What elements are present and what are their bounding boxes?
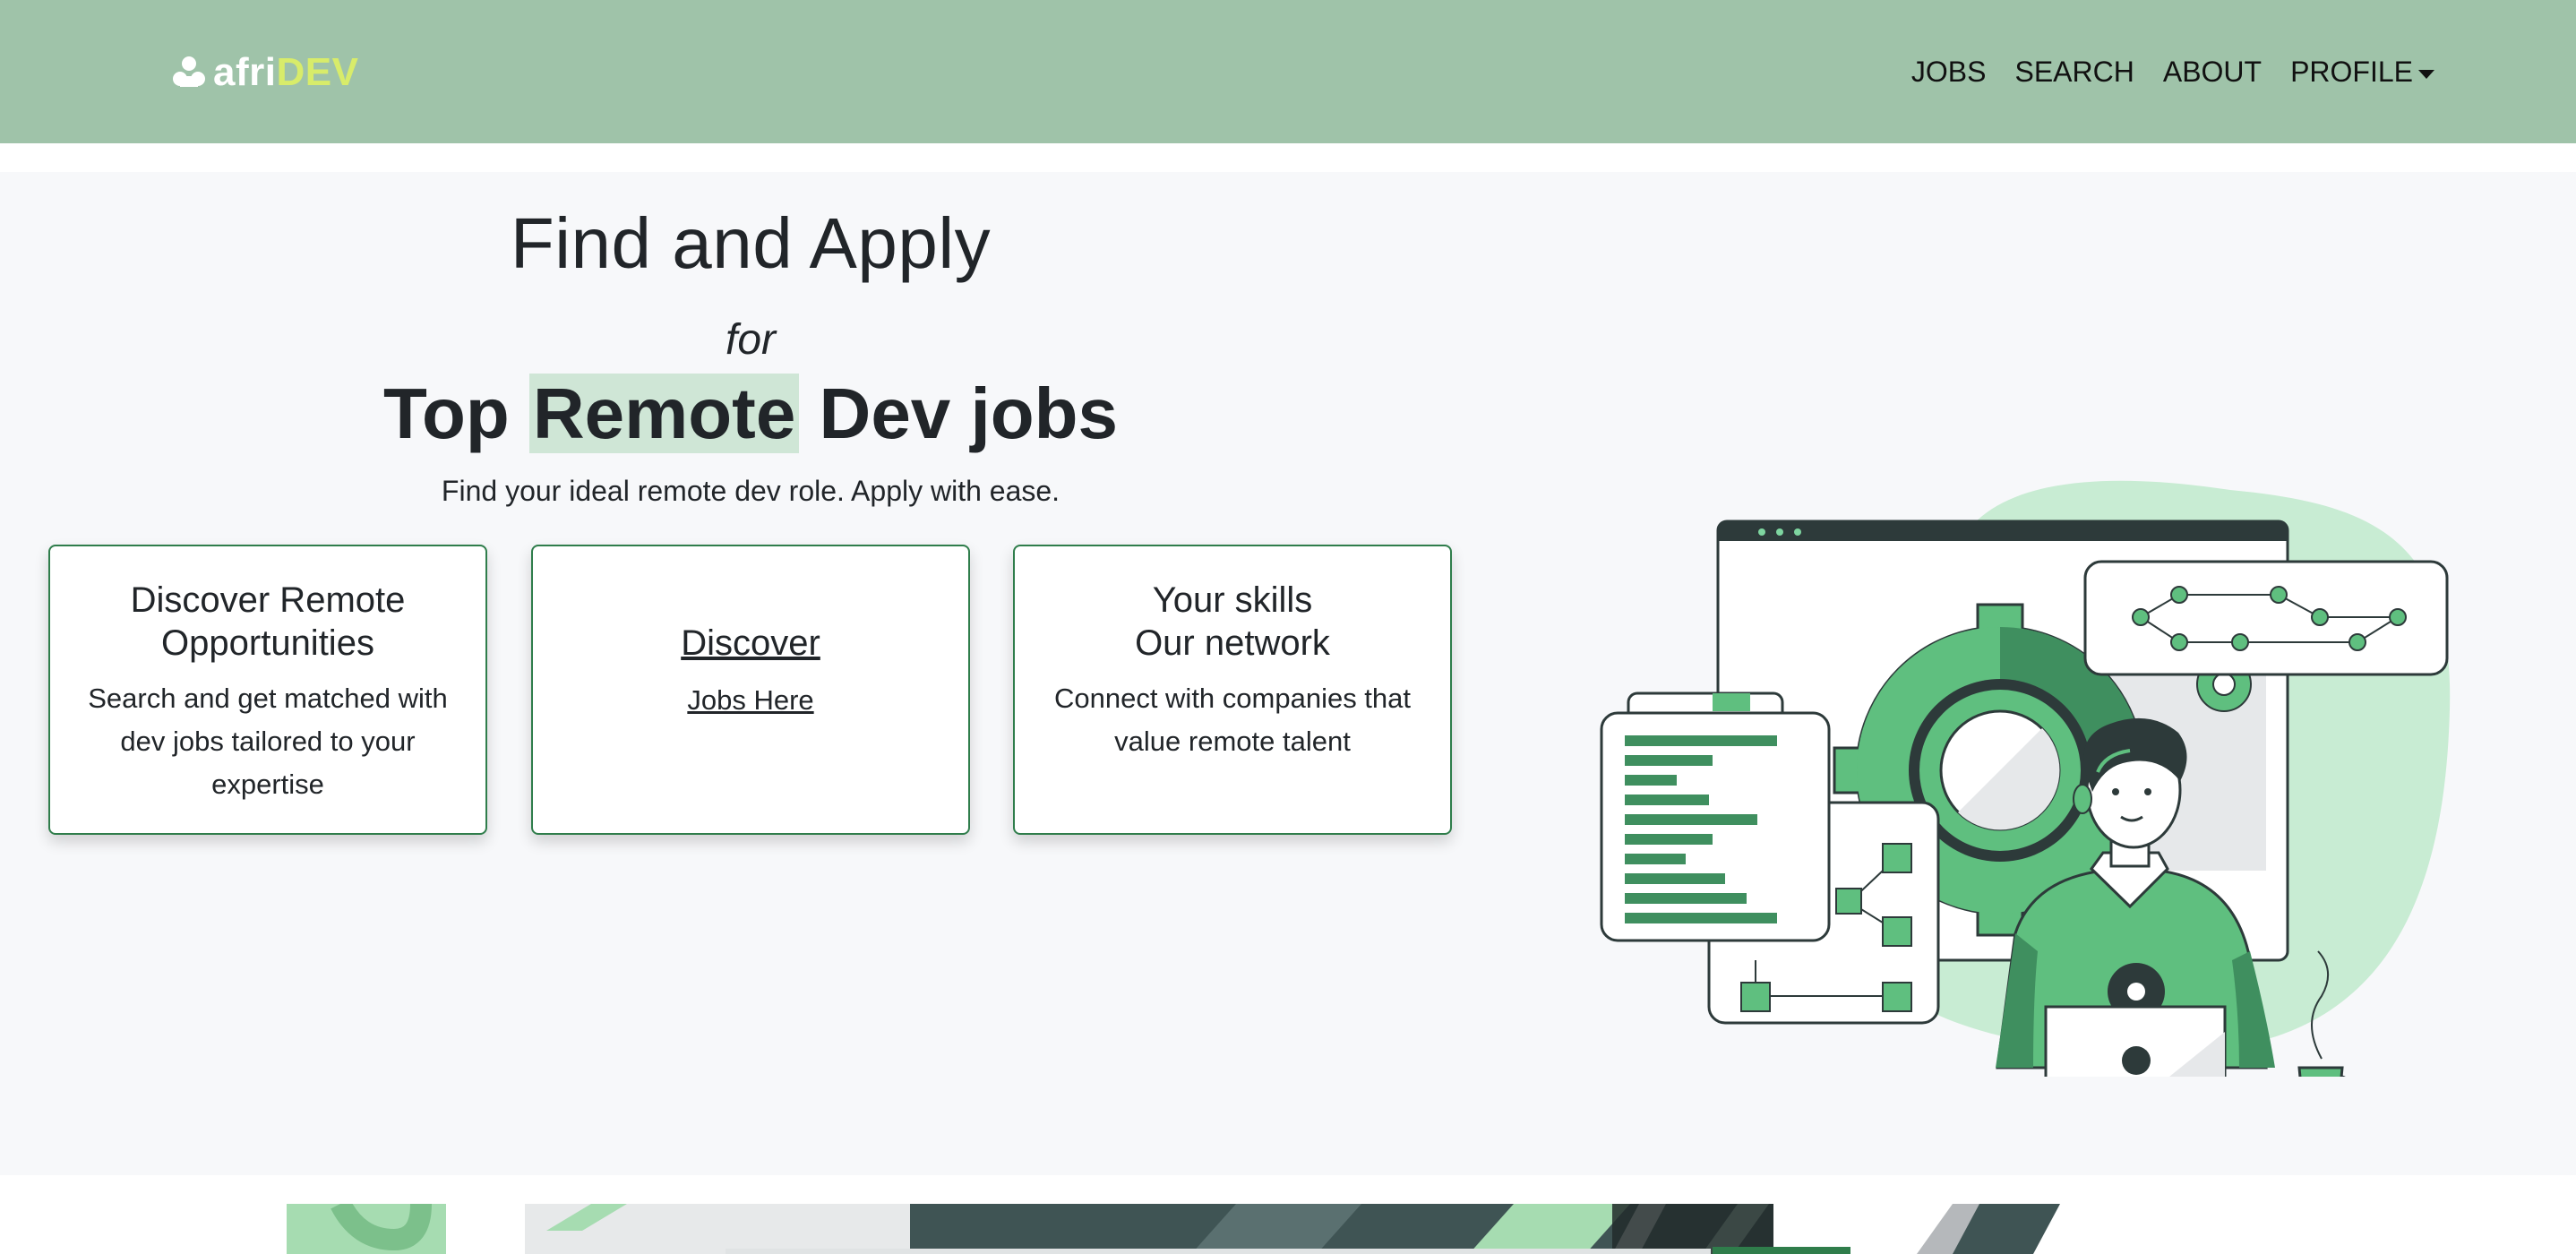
nav-item-profile-dropdown[interactable]: PROFILE <box>2290 52 2434 91</box>
hero-subtitle-post: Dev jobs <box>799 374 1118 453</box>
feature-card-network: Your skills Our network Connect with comp… <box>1013 545 1452 835</box>
feature-card-discover-remote: Discover Remote Opportunities Search and … <box>48 545 487 835</box>
nav-item-profile-label: PROFILE <box>2290 56 2413 88</box>
nav-item-search[interactable]: SEARCH <box>2014 52 2134 91</box>
jobs-here-link[interactable]: Jobs Here <box>533 679 968 722</box>
nav-item-jobs[interactable]: JOBS <box>1911 52 1987 91</box>
hero-title: Find and Apply <box>510 203 992 283</box>
brand-name-accent: DEV <box>276 50 359 94</box>
laptop-icon <box>2044 1005 2227 1077</box>
card-title-line1: Discover Remote <box>130 580 406 620</box>
card-title: Discover Remote Opportunities <box>50 579 485 665</box>
card-text: Search and get matched with dev jobs tai… <box>88 683 448 800</box>
navbar: afri DEV JOBS SEARCH ABOUT PROFILE <box>0 0 2576 143</box>
caret-down-icon <box>2418 69 2434 79</box>
main-nav: JOBS SEARCH ABOUT PROFILE <box>1911 52 2434 91</box>
card-text: Connect with companies that value remote… <box>1053 683 1412 757</box>
hero-for-word: for <box>725 316 776 364</box>
hero-subtitle-pre: Top <box>383 374 529 453</box>
card-title-line1: Your skills <box>1152 580 1313 620</box>
developer-illustration <box>1600 480 2451 1077</box>
hero-tagline: Find your ideal remote dev role. Apply w… <box>441 475 1060 507</box>
brand-logo[interactable]: afri DEV <box>172 50 358 95</box>
document-icon <box>1600 691 1831 942</box>
header-divider <box>0 143 2576 172</box>
hero-subtitle: Top Remote Dev jobs <box>0 373 1501 455</box>
network-diagram-icon <box>2083 560 2449 676</box>
brand-name-prefix: afri <box>213 50 277 94</box>
card-title: Your skills Our network <box>1015 579 1450 665</box>
next-section-preview <box>0 1175 2576 1254</box>
feature-card-discover-jobs[interactable]: Discover Jobs Here <box>531 545 970 835</box>
people-logo-icon <box>173 56 205 87</box>
hero-section: Find and Apply for Top Remote Dev jobs F… <box>0 172 2576 1175</box>
nav-item-about[interactable]: ABOUT <box>2163 52 2262 91</box>
hero-subtitle-highlight: Remote <box>528 374 800 453</box>
decorative-banner <box>287 1204 2060 1254</box>
card-title-line2: Our network <box>1135 623 1330 663</box>
card-title-line2: Opportunities <box>161 623 374 663</box>
discover-link[interactable]: Discover <box>533 622 968 665</box>
